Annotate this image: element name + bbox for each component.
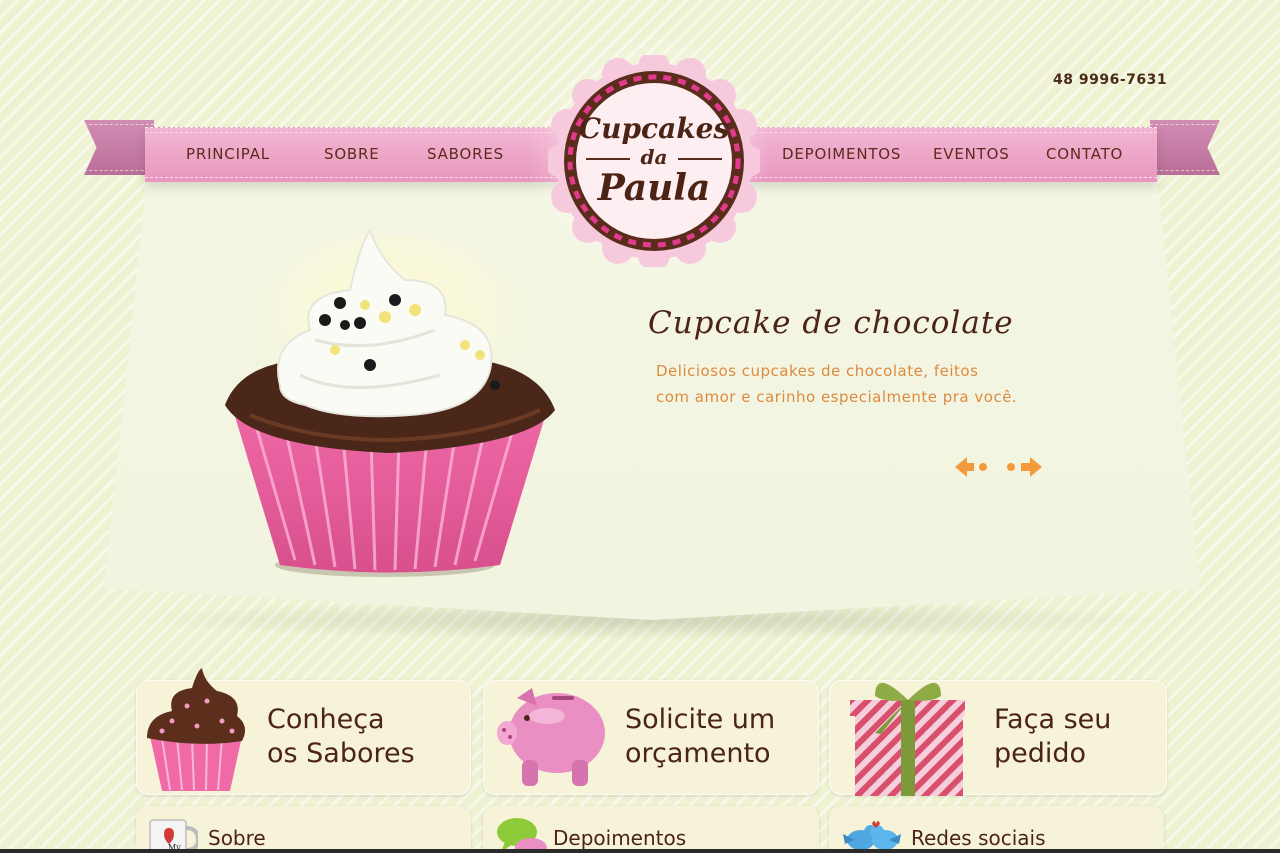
logo-line-1: Cupcakes (578, 112, 730, 145)
ribbon-end-right (1150, 120, 1220, 175)
chocolate-cupcake-icon (147, 668, 246, 791)
logo-line-3: Paula (597, 167, 711, 209)
card-redes-sociais[interactable]: Redes sociais (829, 806, 1164, 853)
card-solicite-orcamento[interactable]: Solicite um orçamento (483, 680, 819, 795)
arrow-left-icon[interactable] (952, 452, 992, 482)
phone-number: 48 9996-7631 (1053, 72, 1168, 88)
nav-item-sabores[interactable]: SABORES (427, 145, 504, 163)
mug-icon: My (149, 819, 198, 853)
arrow-right-icon[interactable] (1005, 452, 1045, 482)
card-conheca-sabores[interactable]: Conheça os Sabores (136, 668, 471, 795)
card-label: Faça seu pedido (994, 704, 1112, 769)
piggy-bank-icon (497, 688, 605, 786)
logo[interactable]: Cupcakes da Paula (544, 51, 764, 271)
slide-description-line-1: Deliciosos cupcakes de chocolate, feitos (656, 362, 979, 380)
gift-box-icon (850, 682, 965, 796)
logo-line-2: da (640, 145, 668, 169)
window-bottom-edge (0, 849, 1280, 853)
card-sobre[interactable]: My Sobre (136, 806, 471, 853)
slide-description-line-2: com amor e carinho especialmente pra voc… (656, 388, 1018, 406)
nav-item-sobre[interactable]: SOBRE (324, 145, 380, 163)
chat-bubble-icon (497, 818, 547, 853)
card-label: Sobre (208, 826, 266, 850)
chocolate-cupcake-image (225, 227, 555, 577)
card-faca-pedido[interactable]: Faça seu pedido (829, 680, 1167, 796)
card-label: Redes sociais (911, 826, 1046, 850)
nav-item-contato[interactable]: CONTATO (1046, 145, 1123, 163)
twitter-birds-icon (843, 821, 901, 850)
nav-item-eventos[interactable]: EVENTOS (933, 145, 1010, 163)
nav-item-principal[interactable]: PRINCIPAL (186, 145, 270, 163)
slide-title: Cupcake de chocolate (648, 305, 1014, 341)
ribbon-end-left (84, 120, 154, 175)
card-label: Solicite um orçamento (625, 704, 776, 769)
card-label: Depoimentos (553, 826, 687, 850)
slide-description: Deliciosos cupcakes de chocolate, feitos… (656, 358, 1076, 410)
nav-item-depoimentos[interactable]: DEPOIMENTOS (782, 145, 901, 163)
card-label: Conheça os Sabores (267, 704, 415, 769)
card-depoimentos[interactable]: Depoimentos (483, 806, 819, 853)
